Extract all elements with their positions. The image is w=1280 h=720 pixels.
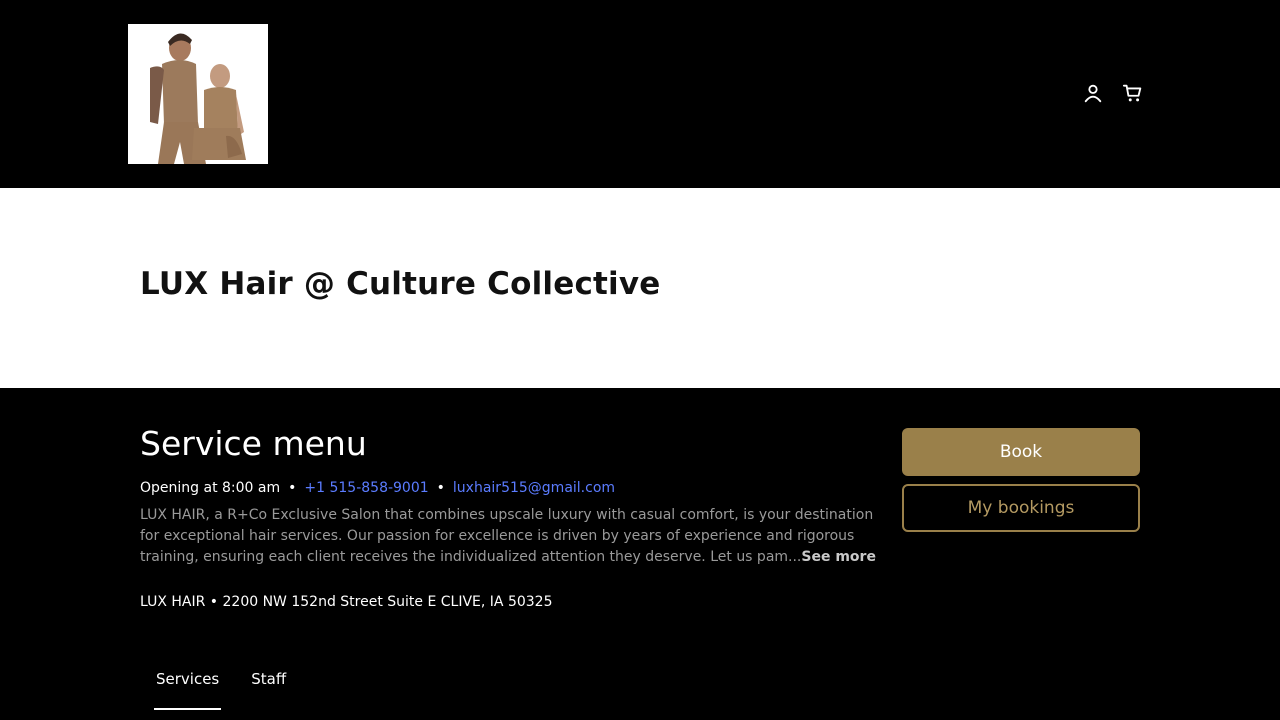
service-menu-title: Service menu (140, 424, 367, 463)
description-text: LUX HAIR, a R+Co Exclusive Salon that co… (140, 507, 874, 565)
business-name: LUX Hair @ Culture Collective (140, 266, 661, 302)
separator: • (288, 480, 297, 496)
separator: • (436, 480, 445, 496)
contact-info: Opening at 8:00 am • +1 515-858-9001 • luxha… (140, 480, 615, 496)
menu-tabs: Services Staff (140, 668, 302, 710)
phone-link[interactable]: +1 515-858-9001 (304, 480, 428, 496)
business-logo[interactable] (128, 24, 268, 164)
hero-banner: LUX Hair @ Culture Collective (0, 188, 1280, 388)
my-bookings-button[interactable]: My bookings (902, 484, 1140, 532)
logo-photo (128, 24, 268, 164)
user-icon (1084, 84, 1102, 103)
cart-button[interactable] (1120, 80, 1146, 106)
see-more-link[interactable]: See more (801, 549, 876, 565)
tab-services[interactable]: Services (140, 668, 235, 710)
business-description: LUX HAIR, a R+Co Exclusive Salon that co… (140, 505, 885, 568)
tab-staff[interactable]: Staff (235, 668, 302, 710)
service-menu-section: Service menu Opening at 8:00 am • +1 515-8… (0, 388, 1280, 720)
email-link[interactable]: luxhair515@gmail.com (453, 480, 615, 496)
account-button[interactable] (1080, 80, 1106, 106)
top-bar (0, 0, 1280, 188)
book-button[interactable]: Book (902, 428, 1140, 476)
cart-icon (1122, 84, 1142, 102)
opening-hours: Opening at 8:00 am (140, 480, 281, 496)
business-address: LUX HAIR • 2200 NW 152nd Street Suite E … (140, 594, 553, 610)
